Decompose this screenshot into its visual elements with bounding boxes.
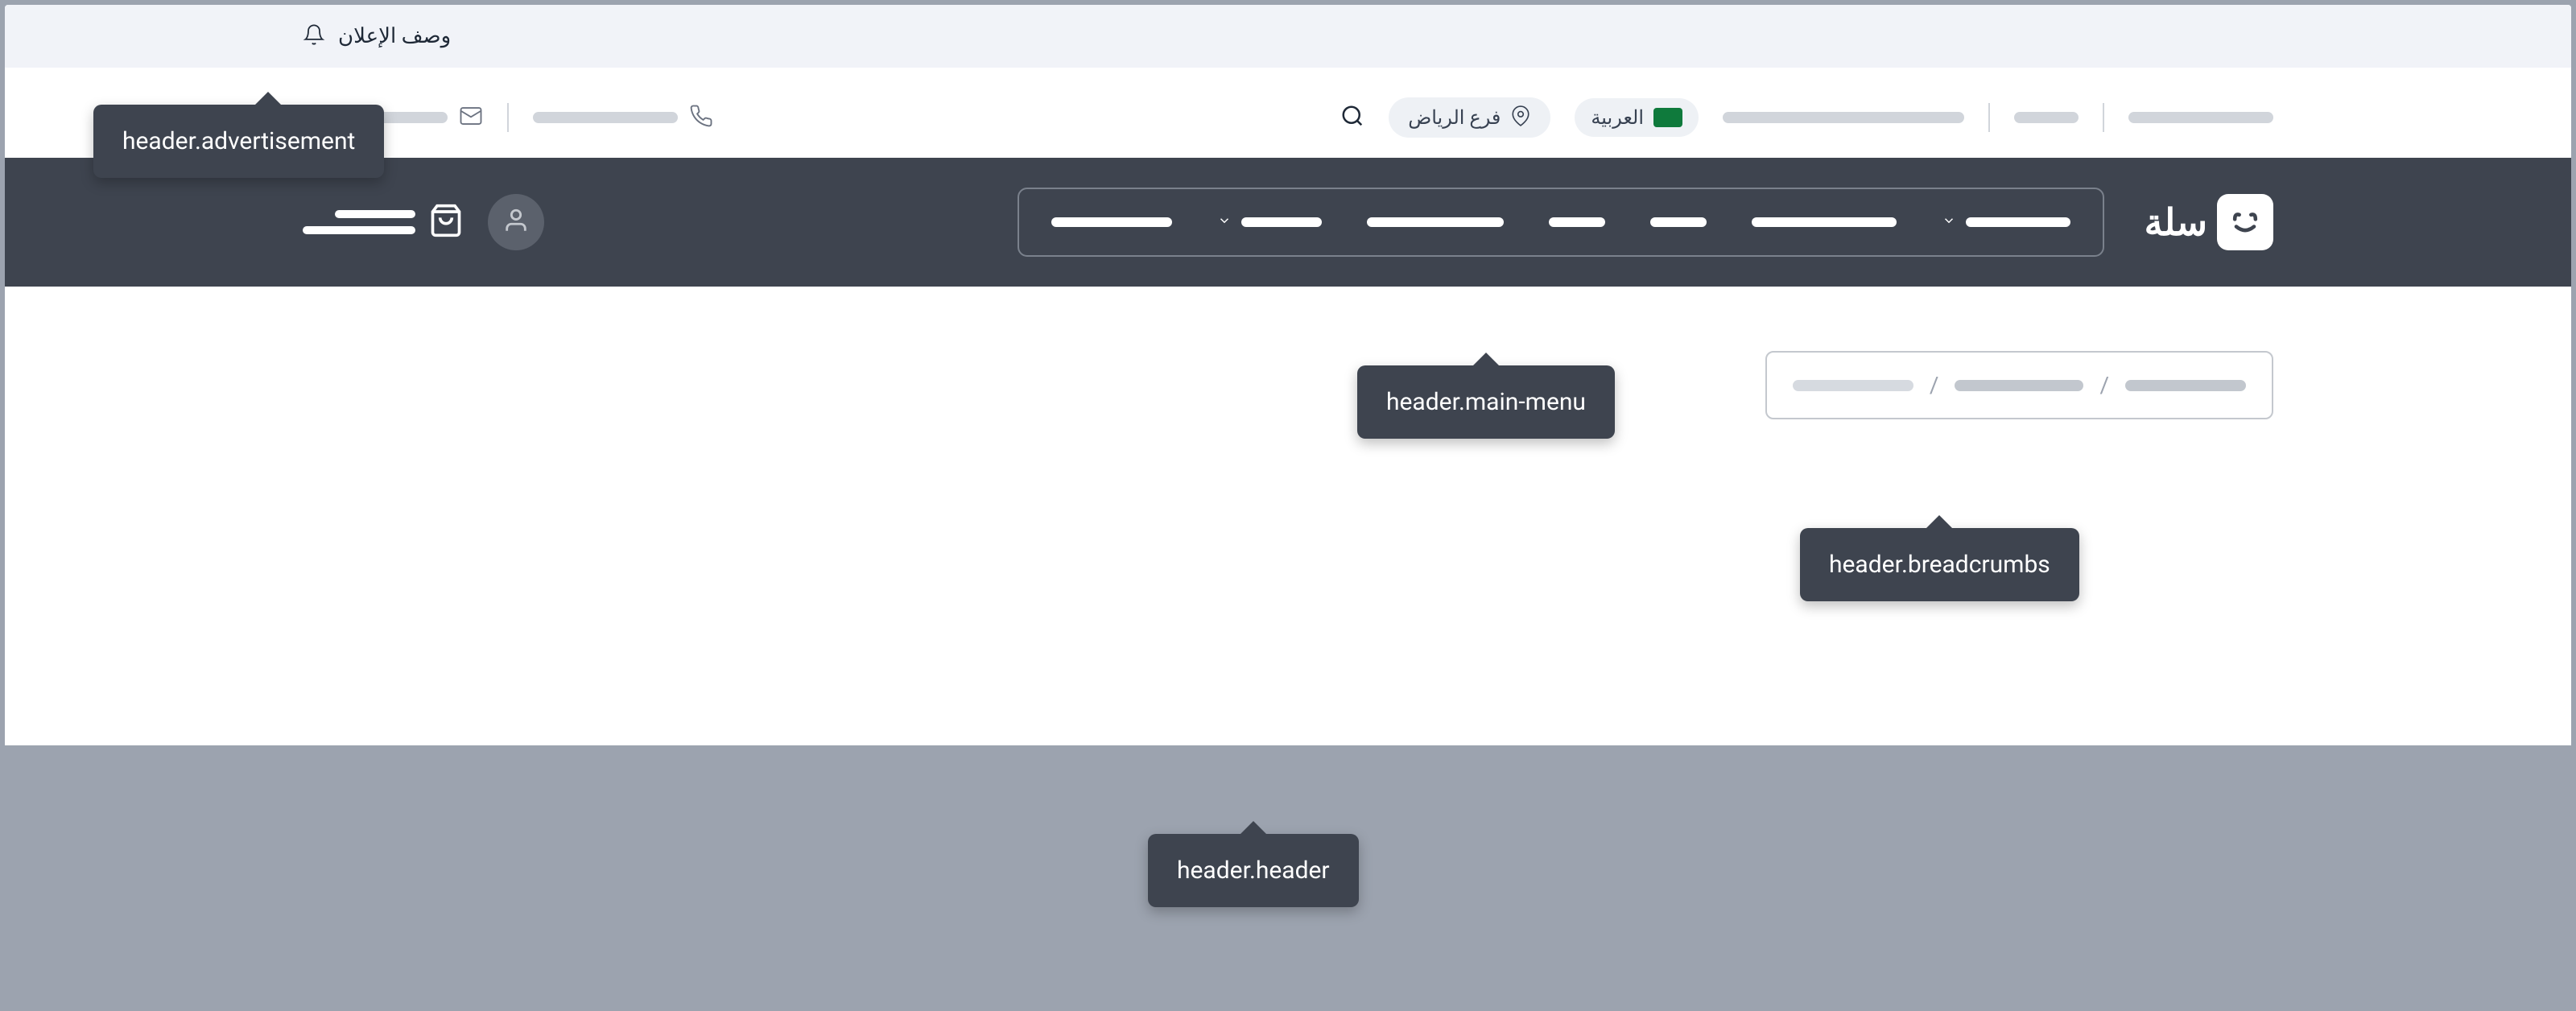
phone-icon (689, 104, 713, 131)
breadcrumb-item[interactable] (2125, 380, 2246, 391)
search-icon[interactable] (1340, 104, 1364, 131)
menu-label (1051, 217, 1172, 227)
cart-label (335, 210, 415, 218)
breadcrumb: / / (1765, 351, 2273, 419)
menu-item[interactable] (1752, 217, 1897, 227)
utility-link[interactable] (2128, 112, 2273, 123)
breadcrumb-current (1793, 380, 1913, 391)
main-menu (1018, 188, 2104, 257)
language-selector[interactable]: العربية (1575, 98, 1699, 137)
menu-item[interactable] (1051, 217, 1172, 227)
menu-label (1650, 217, 1707, 227)
location-pin-icon (1510, 105, 1531, 130)
tooltip-header: header.header (1148, 834, 1359, 907)
logo-text: سلة (2145, 200, 2207, 245)
content-area: / / (5, 287, 2571, 745)
menu-item[interactable] (1217, 213, 1322, 231)
bell-icon (303, 23, 325, 49)
menu-item[interactable] (1367, 217, 1504, 227)
mail-icon (459, 104, 483, 131)
utility-link[interactable] (2014, 112, 2079, 123)
header-frame: وصف الإعلان العربية (5, 5, 2571, 745)
divider (2103, 103, 2104, 132)
breadcrumb-separator: / (1930, 372, 1939, 398)
chevron-down-icon (1942, 213, 1956, 231)
branch-selector[interactable]: فرع الرياض (1389, 97, 1550, 138)
menu-label (1367, 217, 1504, 227)
shopping-bag-icon (428, 203, 464, 241)
phone-text (533, 112, 678, 123)
menu-item[interactable] (1650, 217, 1707, 227)
user-icon (502, 207, 530, 237)
top-utility-bar: العربية فرع الرياض (5, 77, 2571, 158)
logo[interactable]: سلة (2145, 194, 2273, 250)
menu-label (1241, 217, 1322, 227)
breadcrumb-separator: / (2099, 372, 2109, 398)
tooltip-advertisement: header.advertisement (93, 105, 384, 178)
cart-total (303, 226, 415, 234)
main-navigation: سلة (5, 158, 2571, 287)
advertisement-bar: وصف الإعلان (5, 5, 2571, 68)
branch-label: فرع الرياض (1408, 106, 1501, 129)
advertisement-text: وصف الإعلان (338, 24, 451, 48)
menu-item[interactable] (1942, 213, 2070, 231)
menu-label (1966, 217, 2070, 227)
divider (507, 103, 509, 132)
utility-link[interactable] (1723, 112, 1964, 123)
divider (1988, 103, 1990, 132)
menu-label (1752, 217, 1897, 227)
tooltip-breadcrumbs: header.breadcrumbs (1800, 528, 2079, 601)
menu-label (1549, 217, 1605, 227)
chevron-down-icon (1217, 213, 1232, 231)
account-button[interactable] (488, 194, 544, 250)
cart-button[interactable] (303, 203, 464, 241)
tooltip-main-menu: header.main-menu (1357, 365, 1615, 439)
logo-icon (2217, 194, 2273, 250)
breadcrumb-item[interactable] (1955, 380, 2083, 391)
flag-icon (1653, 108, 1682, 127)
language-label: العربية (1591, 106, 1644, 129)
phone-contact[interactable] (533, 104, 713, 131)
menu-item[interactable] (1549, 217, 1605, 227)
